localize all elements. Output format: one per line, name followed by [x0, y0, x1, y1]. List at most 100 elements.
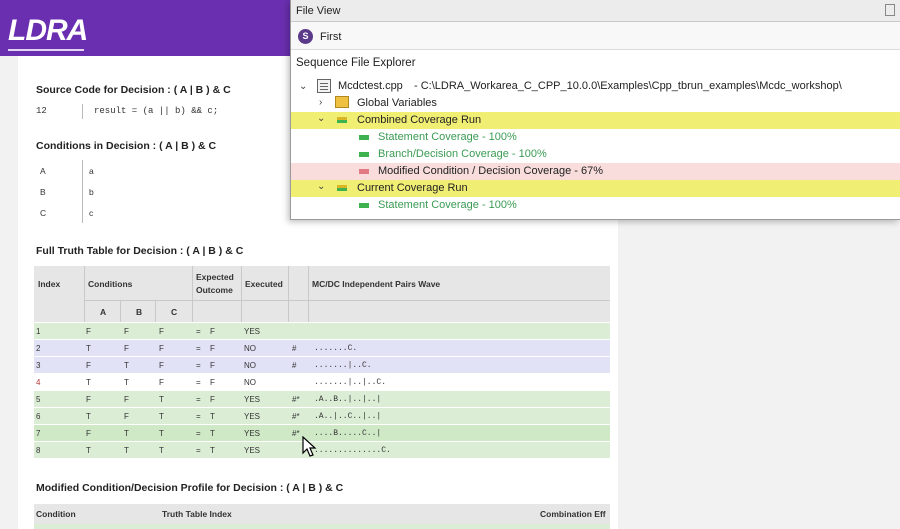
cell-outcome: F [210, 327, 215, 336]
cell-executed: NO [244, 378, 256, 387]
chevron-right-icon[interactable]: › [319, 97, 322, 108]
file-view-titlebar[interactable]: File View [291, 0, 900, 22]
table-row: 6 T F T = T YES #* .A..|..C..|..| [34, 408, 610, 425]
profile-heading: Modified Condition/Decision Profile for … [36, 482, 344, 494]
cell-index: 1 [36, 327, 41, 336]
cell-a: T [86, 344, 91, 353]
tree-item-mcdc-coverage[interactable]: Modified Condition / Decision Coverage -… [291, 163, 900, 180]
separator [82, 104, 83, 119]
combined-run-label: Combined Coverage Run [357, 114, 482, 126]
col-expected-1: Expected [196, 272, 234, 282]
coverage-run-icon [337, 185, 347, 191]
condition-value: c [89, 208, 94, 218]
cell-index: 7 [36, 429, 41, 438]
col-executed: Executed [245, 279, 283, 289]
window-maximize-icon[interactable] [885, 4, 895, 16]
cell-mark: # [292, 344, 297, 353]
cell-executed: YES [244, 429, 261, 438]
condition-row-a: A a [34, 160, 214, 181]
cell-outcome: F [210, 378, 215, 387]
cell-mark: #* [292, 429, 300, 438]
tree-item-branch-coverage[interactable]: Branch/Decision Coverage - 100% [291, 146, 900, 163]
file-view-toolbar: S First [291, 22, 900, 50]
cell-wave: .......C. [314, 344, 358, 353]
col-a: A [100, 307, 107, 317]
profile-table-header: Condition Truth Table Index Combination … [34, 504, 610, 524]
col-wave: MC/DC Independent Pairs Wave [312, 279, 441, 289]
ldra-logo: LDRA [8, 14, 88, 47]
divider [155, 301, 156, 322]
cell-eq: = [196, 429, 201, 438]
table-row: 4 T T F = F NO .......|..|..C. [34, 374, 610, 391]
coverage-item-label: Statement Coverage - 100% [378, 131, 517, 143]
cell-outcome: F [210, 395, 215, 404]
file-path: - C:\LDRA_Workarea_C_CPP_10.0.0\Examples… [414, 80, 842, 92]
col-expected-2: Outcome [196, 285, 233, 295]
condition-key: B [40, 187, 46, 197]
cell-c: T [159, 446, 164, 455]
condition-key: A [40, 166, 46, 176]
separator [82, 202, 83, 223]
cell-b: F [124, 412, 129, 421]
cell-outcome: T [210, 412, 215, 421]
truth-table-heading: Full Truth Table for Decision : ( A | B … [36, 245, 244, 257]
cell-c: F [159, 327, 164, 336]
tree-item-global-variables[interactable]: › Global Variables [291, 95, 900, 112]
pass-status-icon [359, 203, 369, 208]
cell-index: 8 [36, 446, 41, 455]
table-row: 7 F T T = T YES #* ....B.....C..| [34, 425, 610, 442]
cell-a: T [86, 378, 91, 387]
cell-outcome: F [210, 361, 215, 370]
col-b: B [136, 307, 143, 317]
condition-value: a [89, 166, 94, 176]
cell-mark: #* [292, 395, 300, 404]
cell-mark: # [292, 361, 297, 370]
cell-a: F [86, 361, 91, 370]
fail-status-icon [359, 169, 369, 174]
cell-index: 4 [36, 378, 41, 387]
tree-item-current-coverage-run[interactable]: ⌄ Current Coverage Run [291, 180, 900, 197]
sequence-icon[interactable]: S [298, 29, 313, 44]
current-run-label: Current Coverage Run [357, 182, 468, 194]
tree-item-statement-coverage[interactable]: Statement Coverage - 100% [291, 129, 900, 146]
coverage-item-label: Modified Condition / Decision Coverage -… [378, 165, 604, 177]
coverage-item-label: Branch/Decision Coverage - 100% [378, 148, 547, 160]
table-row: 1 F F F = F YES [34, 323, 610, 340]
cell-wave: .A..B..|..|..| [314, 395, 382, 404]
tree-item-file[interactable]: ⌄ Mcdctest.cpp - C:\LDRA_Workarea_C_CPP_… [291, 78, 900, 95]
cpp-file-icon [317, 79, 331, 93]
cell-a: T [86, 412, 91, 421]
cell-a: F [86, 429, 91, 438]
cell-executed: YES [244, 412, 261, 421]
col-combination: Combination Eff [540, 509, 606, 519]
cell-c: F [159, 378, 164, 387]
cell-eq: = [196, 327, 201, 336]
chevron-down-icon[interactable]: ⌄ [299, 81, 307, 92]
cell-executed: YES [244, 327, 261, 336]
global-variables-icon [335, 96, 349, 108]
cell-a: T [86, 446, 91, 455]
cell-wave: .......|..|..C. [314, 378, 387, 387]
col-condition: Condition [36, 509, 76, 519]
first-button[interactable]: First [320, 31, 341, 43]
cell-executed: NO [244, 361, 256, 370]
cell-eq: = [196, 378, 201, 387]
condition-row-c: C c [34, 202, 214, 223]
condition-key: C [40, 208, 47, 218]
cell-eq: = [196, 412, 201, 421]
file-name: Mcdctest.cpp [338, 80, 403, 92]
coverage-run-icon [337, 117, 347, 123]
table-row: 2 T F F = F NO # .......C. [34, 340, 610, 357]
condition-row-b: B b [34, 181, 214, 202]
cell-b: T [124, 429, 129, 438]
coverage-item-label: Statement Coverage - 100% [378, 199, 517, 211]
tree-item-combined-coverage-run[interactable]: ⌄ Combined Coverage Run [291, 112, 900, 129]
mouse-cursor-icon [302, 436, 317, 457]
cell-index: 6 [36, 412, 41, 421]
chevron-down-icon[interactable]: ⌄ [317, 181, 325, 192]
cell-eq: = [196, 446, 201, 455]
tree-item-current-statement-coverage[interactable]: Statement Coverage - 100% [291, 197, 900, 214]
divider [288, 266, 289, 322]
chevron-down-icon[interactable]: ⌄ [317, 113, 325, 124]
divider [241, 266, 242, 322]
